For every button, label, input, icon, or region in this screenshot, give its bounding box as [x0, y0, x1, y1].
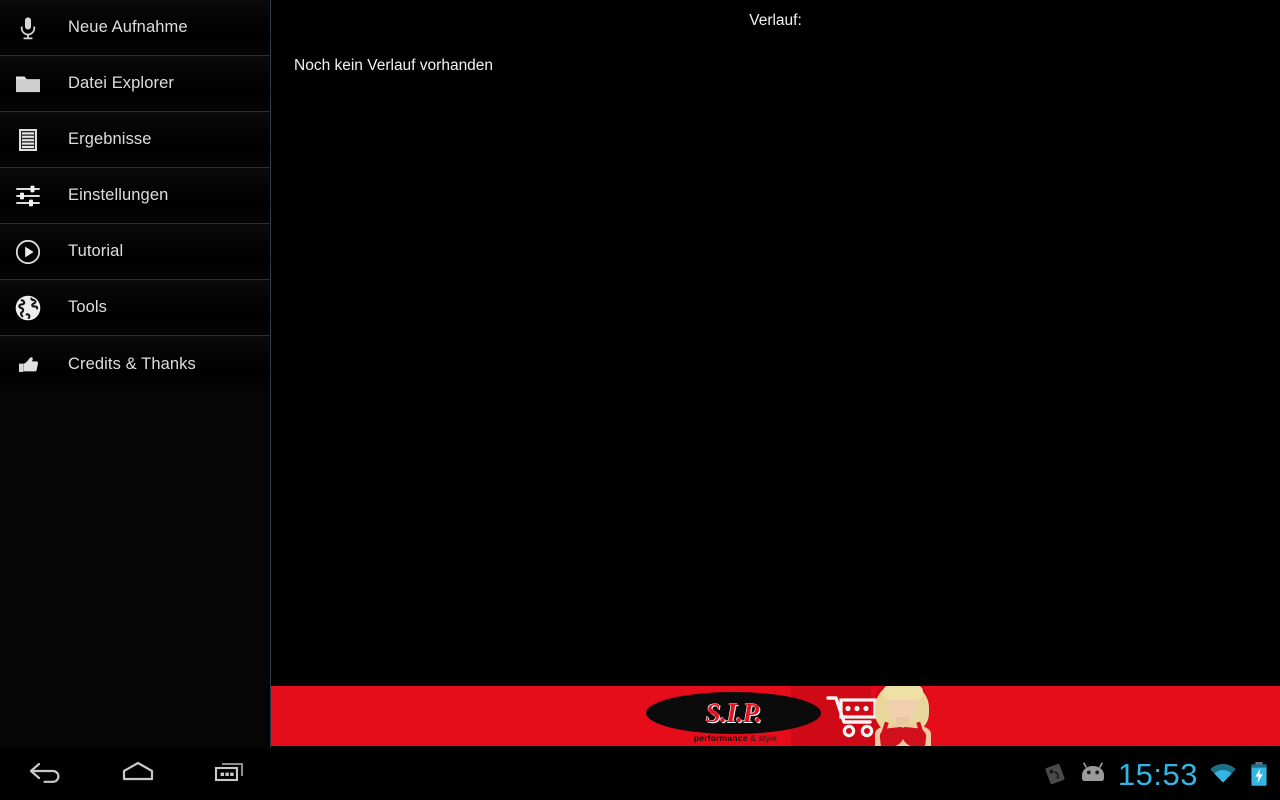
clock[interactable]: 15:53: [1118, 759, 1198, 790]
sip-tagline-light: & style: [747, 733, 778, 743]
sidebar-item-label: Datei Explorer: [68, 74, 174, 92]
android-system-bar: 15:53: [0, 748, 1280, 800]
sip-brand-text: S.I.P.: [705, 697, 762, 728]
app-window: Neue Aufnahme Datei Explorer Ergebnisse …: [0, 0, 1280, 748]
thumbs-up-icon: [0, 352, 56, 376]
list-document-icon: [0, 127, 56, 153]
sidebar-item-einstellungen[interactable]: Einstellungen: [0, 168, 270, 224]
navigation-buttons: [0, 754, 254, 794]
globe-icon: [0, 294, 56, 322]
sidebar-navigation: Neue Aufnahme Datei Explorer Ergebnisse …: [0, 0, 271, 748]
wifi-icon: [1208, 761, 1238, 787]
battery-charging-icon: [1248, 760, 1270, 788]
sidebar-item-label: Einstellungen: [68, 186, 169, 204]
model-photo: [867, 686, 937, 746]
android-robot-icon: [1078, 761, 1108, 787]
play-circle-icon: [0, 238, 56, 266]
sidebar-item-label: Ergebnisse: [68, 130, 152, 148]
sip-tagline: performance & style: [653, 733, 818, 743]
sidebar-item-tutorial[interactable]: Tutorial: [0, 224, 270, 280]
sidebar-item-label: Neue Aufnahme: [68, 18, 188, 36]
back-button[interactable]: [22, 754, 70, 794]
sidebar-item-ergebnisse[interactable]: Ergebnisse: [0, 112, 270, 168]
home-button[interactable]: [114, 754, 162, 794]
history-panel: Verlauf: Noch kein Verlauf vorhanden: [271, 0, 1280, 748]
recent-apps-button[interactable]: [206, 754, 254, 794]
empty-history-message: Noch kein Verlauf vorhanden: [294, 57, 494, 74]
sidebar-item-tools[interactable]: Tools: [0, 280, 270, 336]
sidebar-item-label: Credits & Thanks: [68, 354, 196, 373]
equalizer-sliders-icon: [0, 183, 56, 209]
sidebar-item-neue-aufnahme[interactable]: Neue Aufnahme: [0, 0, 270, 56]
sidebar-item-label: Tools: [68, 298, 108, 316]
sip-logo: S.I.P.: [646, 692, 821, 734]
ad-content: S.I.P. performance & style: [271, 686, 1280, 746]
page-title: Verlauf:: [749, 12, 802, 29]
microphone-icon: [0, 15, 56, 41]
sidebar-item-datei-explorer[interactable]: Datei Explorer: [0, 56, 270, 112]
back-arrow-icon: [27, 758, 65, 791]
sip-tagline-bold: performance: [693, 733, 748, 743]
folder-icon: [0, 71, 56, 97]
home-icon: [119, 758, 157, 791]
recents-icon: [211, 758, 249, 791]
usb-debug-icon: [1042, 761, 1068, 787]
sidebar-item-credits-thanks[interactable]: Credits & Thanks: [0, 336, 270, 392]
status-icons-area[interactable]: 15:53: [1042, 759, 1280, 790]
sidebar-item-label: Tutorial: [68, 242, 124, 260]
advertisement-banner[interactable]: S.I.P. performance & style: [271, 686, 1280, 746]
